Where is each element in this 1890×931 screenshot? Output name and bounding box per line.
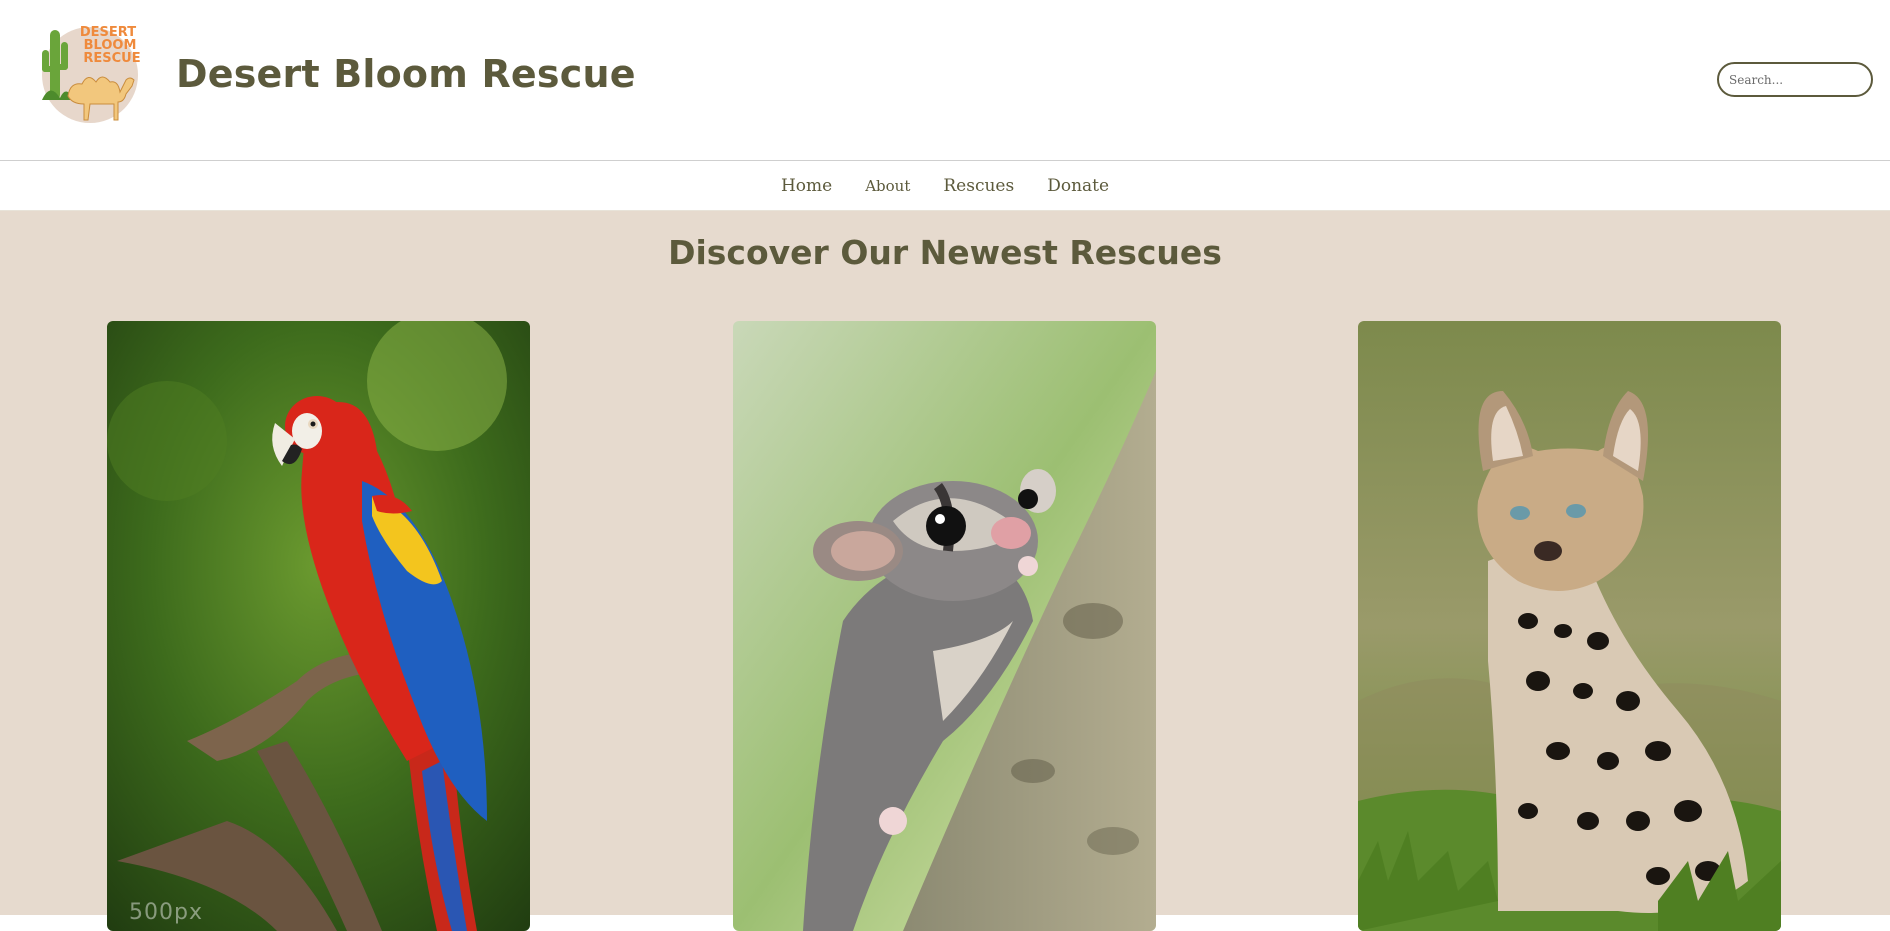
scarlet-macaw-photo: 500px	[107, 321, 530, 931]
nav-link-home[interactable]: Home	[781, 176, 832, 196]
site-header: DESERT BLOOM RESCUE Desert Bloom Rescue	[0, 0, 1890, 161]
rescue-card-sugar-glider[interactable]	[733, 321, 1156, 931]
newest-rescues-section: Discover Our Newest Rescues 500px	[0, 211, 1890, 931]
svg-text:RESCUE: RESCUE	[83, 51, 140, 66]
camel-cactus-logo-icon[interactable]: DESERT BLOOM RESCUE	[40, 22, 150, 127]
nav-link-about[interactable]: About	[865, 177, 910, 195]
serval-cat-photo	[1358, 321, 1781, 931]
rescue-card-serval[interactable]	[1358, 321, 1781, 931]
main-nav: Home About Rescues Donate	[0, 162, 1890, 211]
site-title: Desert Bloom Rescue	[176, 52, 636, 96]
search-input[interactable]	[1717, 62, 1873, 97]
rescue-card-macaw[interactable]: 500px	[107, 321, 530, 931]
section-title: Discover Our Newest Rescues	[668, 233, 1222, 272]
nav-link-rescues[interactable]: Rescues	[943, 176, 1014, 196]
watermark-text: 500px	[129, 900, 203, 925]
sugar-glider-photo	[733, 321, 1156, 931]
nav-link-donate[interactable]: Donate	[1047, 176, 1109, 196]
